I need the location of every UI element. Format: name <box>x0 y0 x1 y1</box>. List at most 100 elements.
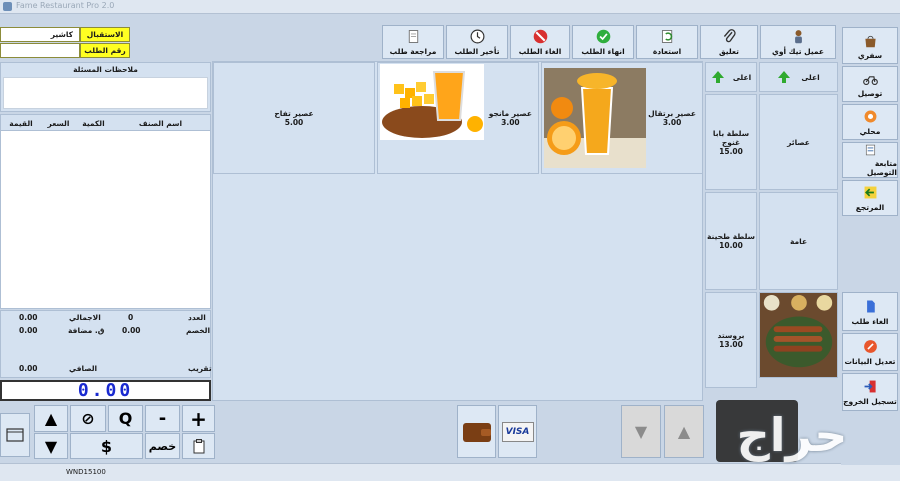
order-number-label: رقم الطلب <box>80 43 130 58</box>
cancel-icon <box>533 29 547 44</box>
delay-order-button[interactable]: تأخير الطلب <box>446 25 508 59</box>
order-number-value <box>0 43 80 58</box>
item-name: بروستد <box>717 331 745 340</box>
return-icon <box>864 186 876 199</box>
sidebar-edit-data[interactable]: تعديل البيانات <box>842 333 898 371</box>
column-header-price: السعر <box>47 118 70 128</box>
finish-order-label: انهاء الطلب <box>581 47 625 56</box>
count-label: العدد <box>188 313 206 322</box>
takeaway-customer-button[interactable]: عميل تيك أوي <box>760 25 836 59</box>
column-header-qty: الكمية <box>82 118 105 128</box>
down-key[interactable]: ▼ <box>34 433 68 459</box>
finish-order-button[interactable]: انهاء الطلب <box>572 25 634 59</box>
person-icon <box>794 30 802 44</box>
sidebar-delivery[interactable]: توصيل <box>842 66 898 102</box>
products-grid: عصير برتقال 3.00 عصير مانجو 3.00 عصير تف <box>212 61 703 401</box>
plus-key[interactable]: + <box>182 405 215 432</box>
title-bar: Fame Restaurant Pro 2.0 <box>0 0 900 14</box>
total-value: 0.00 <box>19 313 38 322</box>
cancel-order-label: الغاء الطلب <box>518 47 562 56</box>
watermark-text: حراج <box>736 408 848 462</box>
product-text: عصير مانجو 3.00 <box>489 109 532 127</box>
clipboard-key[interactable] <box>182 433 215 459</box>
notes-panel: ملاحظات المسئلة <box>0 62 211 112</box>
review-icon <box>408 30 418 43</box>
restore-button[interactable]: استعادة <box>636 25 698 59</box>
green-up-arrow-icon <box>711 71 724 83</box>
product-price: 5.00 <box>284 118 304 127</box>
column-header-value: القيمة <box>9 118 33 128</box>
mango-juice-image <box>380 64 484 140</box>
item-price: 15.00 <box>719 146 743 156</box>
motorbike-icon <box>862 76 878 86</box>
item-price: 10.00 <box>719 241 743 250</box>
subcategory-scroll-up[interactable]: اعلى <box>705 62 757 92</box>
discount-value: 0.00 <box>122 326 141 335</box>
restore-icon <box>661 30 672 43</box>
q-key[interactable]: Q <box>108 405 143 432</box>
sidebar-returns[interactable]: المرتجع <box>842 180 898 216</box>
item-price: 13.00 <box>719 340 743 349</box>
scroll-up-button[interactable]: ▲ <box>664 405 704 458</box>
check-icon <box>596 29 610 44</box>
product-price: 3.00 <box>501 118 520 127</box>
keypad: ▲ ⊘ Q - + ▼ $ خصم <box>0 403 216 461</box>
cancel-key[interactable]: ⊘ <box>70 405 106 432</box>
net-value: 0.00 <box>19 364 38 373</box>
product-mango-juice[interactable]: عصير مانجو 3.00 <box>377 62 539 174</box>
order-table-header: اسم الصنف الكمية السعر القيمة <box>1 115 210 131</box>
total-display-value: 0.00 <box>77 380 134 401</box>
orange-juice-image <box>544 68 646 168</box>
logout-icon <box>864 380 876 393</box>
takeaway-customer-label: عميل تيك أوي <box>771 47 825 56</box>
count-value: 0 <box>128 313 134 322</box>
review-order-label: مراجعة طلب <box>389 47 437 56</box>
up-key[interactable]: ▲ <box>34 405 68 432</box>
item-name: سلطة طحينة <box>706 232 756 241</box>
product-orange-juice[interactable]: عصير برتقال 3.00 <box>541 62 703 174</box>
subcategory-baba-ghanoush[interactable]: سلطة بابا غنوج 15.00 <box>705 94 757 190</box>
product-apple-juice[interactable]: عصير تفاح 5.00 <box>213 62 375 174</box>
category-juices[interactable]: عصائر <box>759 94 838 190</box>
product-price: 3.00 <box>662 118 682 127</box>
green-up-arrow-icon <box>778 71 791 83</box>
sidebar-delivery-tracking[interactable]: متابعة التوصيل <box>842 142 898 178</box>
scroll-down-button[interactable]: ▼ <box>621 405 661 458</box>
discount-key[interactable]: خصم <box>145 433 180 459</box>
added-tax-label: ق. مضافة <box>68 326 105 335</box>
restore-label: استعادة <box>652 47 682 56</box>
toolbar: عميل تيك أوي تعليق استعادة انهاء الطلب ا… <box>378 25 838 60</box>
total-label: الاجمالي <box>69 313 101 322</box>
notes-label: ملاحظات المسئلة <box>73 65 138 74</box>
window-key[interactable] <box>0 413 30 457</box>
product-name: عصير مانجو <box>488 109 532 118</box>
item-name: سلطة بابا غنوج <box>712 128 750 147</box>
total-display: 0.00 <box>0 380 211 401</box>
sidebar-takeaway-label: سفري <box>857 50 883 60</box>
subcategory-broasted[interactable]: بروستد 13.00 <box>705 292 757 388</box>
wallet-button[interactable] <box>457 405 496 458</box>
sidebar-takeaway[interactable]: سفري <box>842 27 898 64</box>
notes-input[interactable] <box>3 77 208 109</box>
sidebar-dine-in-label: محلي <box>859 127 881 136</box>
category-general[interactable]: عامة <box>759 192 838 290</box>
sidebar: سفري توصيل محلي متابعة التوصيل المرتجع ا… <box>841 25 900 465</box>
review-order-button[interactable]: مراجعة طلب <box>382 25 444 59</box>
sidebar-void-order[interactable]: الغاء طلب <box>842 292 898 331</box>
subcategory-tahini-salad[interactable]: سلطة طحينة 10.00 <box>705 192 757 290</box>
category-up-label: اعلى <box>801 72 820 82</box>
subcategory-column: اعلى سلطة بابا غنوج 15.00 سلطة طحينة 10.… <box>704 61 758 401</box>
order-items-table[interactable]: اسم الصنف الكمية السعر القيمة <box>0 114 211 309</box>
category-scroll-up[interactable]: اعلى <box>759 62 838 92</box>
category-grill-image[interactable] <box>759 292 838 378</box>
hold-label: تعليق <box>719 47 739 56</box>
delay-order-label: تأخير الطلب <box>454 47 500 56</box>
hold-button[interactable]: تعليق <box>700 25 758 59</box>
machine-name: WND15100 <box>66 468 106 476</box>
sidebar-dine-in[interactable]: محلي <box>842 104 898 140</box>
dollar-key[interactable]: $ <box>70 433 143 459</box>
card-payment-button[interactable]: VISA <box>498 405 537 458</box>
round-label: تقريب <box>188 364 212 373</box>
minus-key[interactable]: - <box>145 405 180 432</box>
cancel-order-button[interactable]: الغاء الطلب <box>510 25 570 59</box>
